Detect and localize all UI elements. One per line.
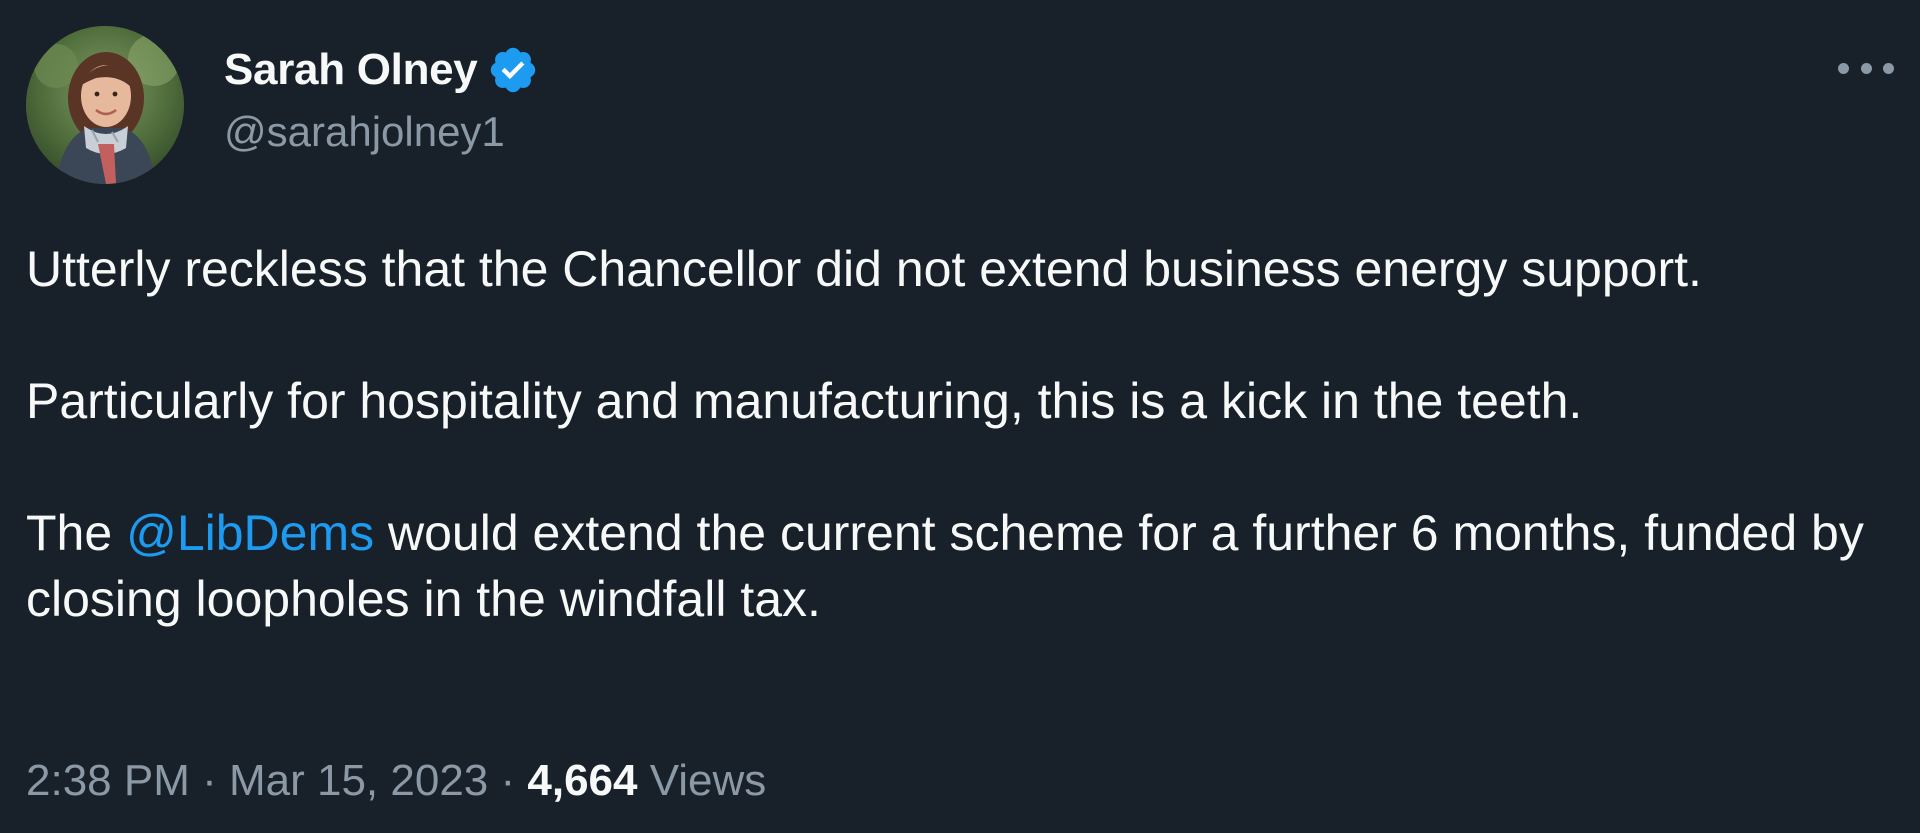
avatar[interactable]	[26, 26, 184, 184]
mention-link[interactable]: @LibDems	[126, 505, 374, 561]
author-name-row: Sarah Olney	[224, 44, 539, 96]
verified-badge-icon[interactable]	[487, 44, 539, 96]
tweet-paragraph-3: The @LibDems would extend the current sc…	[26, 500, 1906, 632]
tweet-date[interactable]: Mar 15, 2023	[229, 756, 488, 805]
author-display-name[interactable]: Sarah Olney	[224, 45, 478, 95]
profile-photo-icon	[26, 26, 184, 184]
tweet-paragraph-1: Utterly reckless that the Chancellor did…	[26, 241, 1702, 297]
more-dot	[1860, 62, 1872, 74]
more-options-icon[interactable]	[1838, 52, 1894, 84]
tweet-card: Sarah Olney @sarahjolney1 Utterly reckle…	[0, 0, 1920, 833]
author-handle[interactable]: @sarahjolney1	[224, 108, 505, 156]
more-dot	[1883, 62, 1894, 74]
meta-separator: ·	[488, 756, 528, 805]
tweet-time[interactable]: 2:38 PM	[26, 756, 190, 805]
more-dot	[1838, 62, 1849, 74]
tweet-text-segment: The	[26, 505, 127, 561]
views-label: Views	[637, 756, 767, 805]
tweet-paragraph-2: Particularly for hospitality and manufac…	[26, 373, 1583, 429]
views-count[interactable]: 4,664	[527, 756, 637, 805]
meta-separator: ·	[189, 756, 229, 805]
tweet-text: Utterly reckless that the Chancellor did…	[26, 236, 1906, 632]
tweet-metadata: 2:38 PM · Mar 15, 2023 · 4,664 Views	[26, 756, 766, 806]
